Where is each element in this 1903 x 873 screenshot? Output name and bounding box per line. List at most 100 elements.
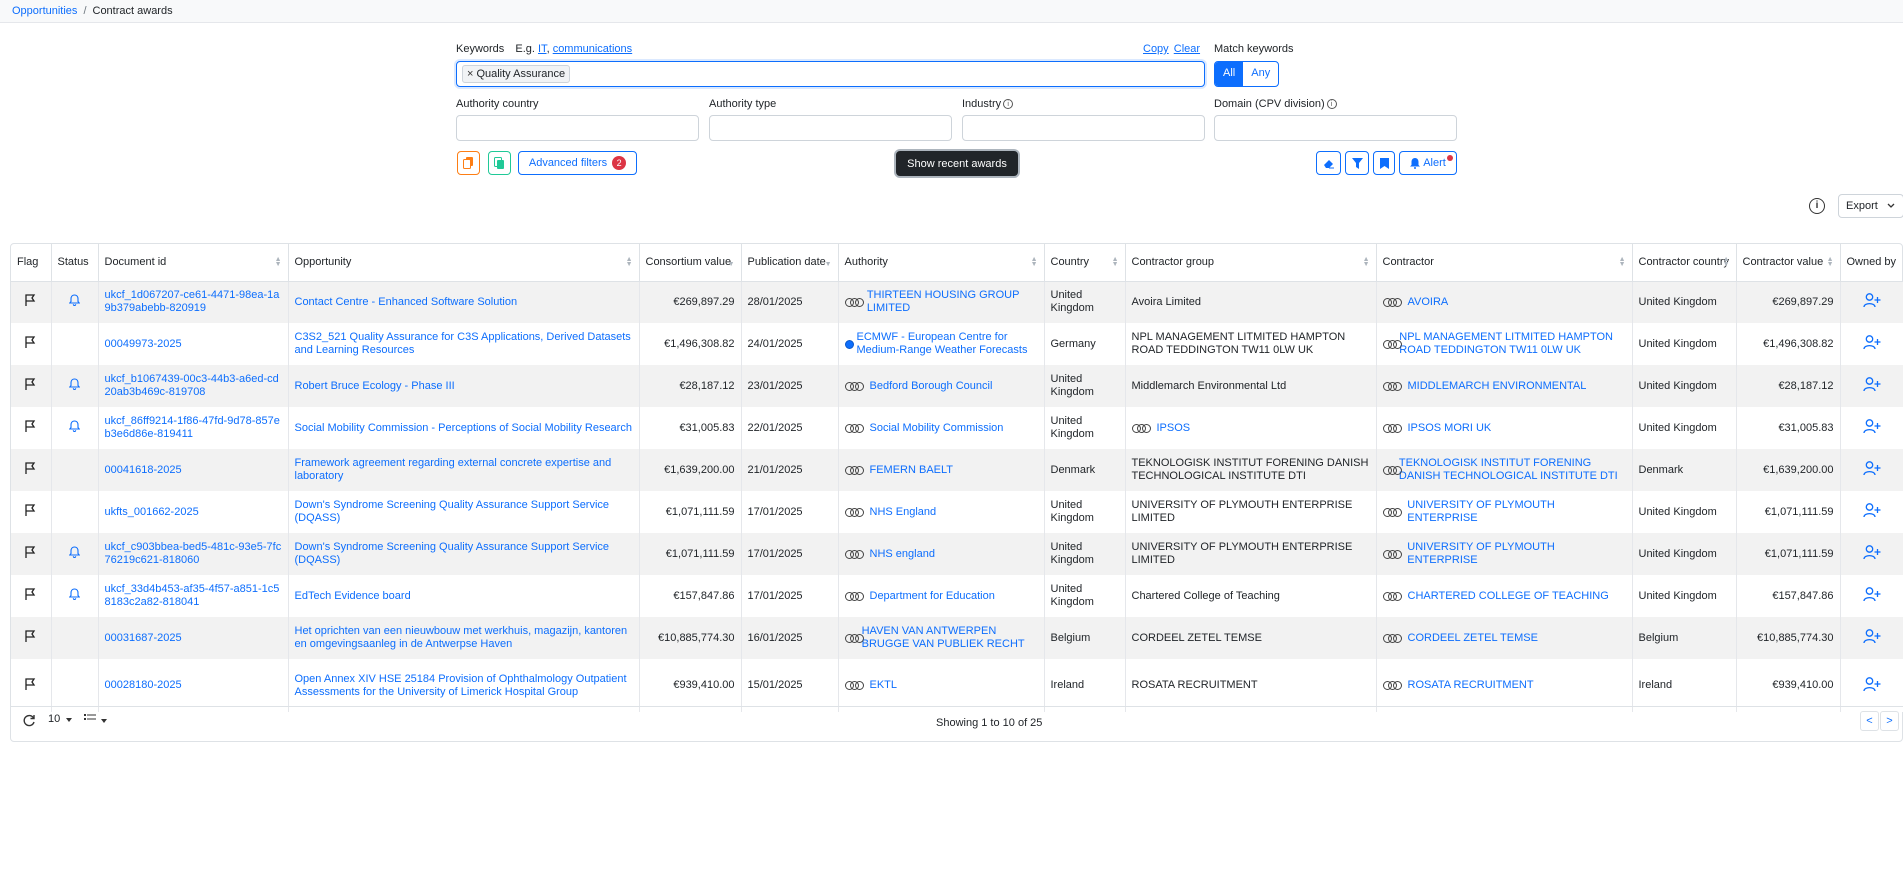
contractor-link[interactable]: TEKNOLOGISK INSTITUT FORENING DANISH TEC… <box>1399 457 1626 483</box>
industry-select[interactable] <box>962 115 1205 141</box>
table-row[interactable]: ukfts_001662-2025 Down's Syndrome Screeni… <box>11 491 1903 533</box>
refresh-icon[interactable] <box>23 714 36 727</box>
table-row[interactable]: 00031687-2025 Het oprichten van een nieuw… <box>11 617 1903 659</box>
authority-link[interactable]: Department for Education <box>870 590 995 603</box>
flag-cell[interactable] <box>11 323 52 365</box>
column-header[interactable]: Contractor ▲ ▼ <box>1376 244 1633 282</box>
next-page-button[interactable]: > <box>1880 711 1899 731</box>
save-search-button[interactable] <box>1373 151 1395 175</box>
clear-keywords-link[interactable]: Clear <box>1174 43 1200 55</box>
document-id-link[interactable]: 00028180-2025 <box>105 679 182 691</box>
flag-cell[interactable] <box>11 533 52 575</box>
owned-by-cell[interactable] <box>1840 281 1903 323</box>
example-it-link[interactable]: IT <box>538 43 547 55</box>
keywords-input[interactable]: × Quality Assurance <box>456 61 1205 87</box>
opportunity-link[interactable]: Contact Centre - Enhanced Software Solut… <box>295 296 518 308</box>
authority-link[interactable]: HAVEN VAN ANTWERPEN BRUGGE VAN PUBLIEK R… <box>862 625 1038 651</box>
flag-cell[interactable] <box>11 617 52 659</box>
flag-cell[interactable] <box>11 575 52 617</box>
advanced-filters-button[interactable]: Advanced filters 2 <box>518 151 637 175</box>
table-row[interactable]: 00041618-2025 Framework agreement regardi… <box>11 449 1903 491</box>
export-dropdown[interactable]: Export <box>1838 194 1903 218</box>
document-id-link[interactable]: ukcf_c903bbea-bed5-481c-93e5-7fc76219c62… <box>105 541 282 566</box>
authority-link[interactable]: Social Mobility Commission <box>870 422 1004 435</box>
flag-cell[interactable] <box>11 407 52 449</box>
opportunity-link[interactable]: Social Mobility Commission - Perceptions… <box>295 422 632 434</box>
document-id-link[interactable]: 00049973-2025 <box>105 338 182 350</box>
domain-info-icon[interactable]: i <box>1326 99 1337 110</box>
table-row[interactable]: 00049973-2025 C3S2_521 Quality Assurance … <box>11 323 1903 365</box>
column-header[interactable]: Consortium value ▼ <box>639 244 742 282</box>
document-id-link[interactable]: ukcf_86ff9214-1f86-47fd-9d78-857eb3e6d86… <box>105 415 280 440</box>
column-header[interactable]: Contractor country ▲ ▼ <box>1632 244 1737 282</box>
owned-by-cell[interactable] <box>1840 659 1903 712</box>
authority-link[interactable]: NHS england <box>870 548 935 561</box>
table-row[interactable]: ukcf_1d067207-ce61-4471-98ea-1a9b379abeb… <box>11 281 1903 323</box>
contractor-link[interactable]: UNIVERSITY OF PLYMOUTH ENTERPRISE <box>1407 499 1625 525</box>
opportunity-link[interactable]: Framework agreement regarding external c… <box>295 457 612 482</box>
column-header[interactable]: Document id ▲ ▼ <box>98 244 289 282</box>
flag-cell[interactable] <box>11 659 52 712</box>
opportunity-link[interactable]: Open Annex XIV HSE 25184 Provision of Op… <box>295 673 627 698</box>
owned-by-cell[interactable] <box>1840 575 1903 617</box>
paste-filters-button[interactable] <box>488 151 511 175</box>
apply-filter-button[interactable] <box>1345 151 1369 175</box>
column-header[interactable]: Authority ▲ ▼ <box>838 244 1045 282</box>
columns-dropdown[interactable] <box>84 713 108 726</box>
table-row[interactable]: ukcf_86ff9214-1f86-47fd-9d78-857eb3e6d86… <box>11 407 1903 449</box>
remove-chip-icon[interactable]: × <box>467 68 473 80</box>
authority-link[interactable]: ECMWF - European Centre for Medium-Range… <box>857 331 1038 357</box>
authority-link[interactable]: FEMERN BAELT <box>870 464 954 477</box>
authority-link[interactable]: Bedford Borough Council <box>870 380 993 393</box>
info-icon[interactable]: i <box>1809 198 1825 214</box>
flag-cell[interactable] <box>11 449 52 491</box>
show-recent-awards-button[interactable]: Show recent awards <box>896 151 1018 176</box>
flag-cell[interactable] <box>11 365 52 407</box>
contractor-link[interactable]: AVOIRA <box>1408 296 1449 309</box>
match-all-button[interactable]: All <box>1215 62 1244 86</box>
authority-link[interactable]: THIRTEEN HOUSING GROUP LIMITED <box>867 289 1038 315</box>
column-header[interactable]: Country ▲ ▼ <box>1044 244 1126 282</box>
document-id-link[interactable]: ukfts_001662-2025 <box>105 506 199 518</box>
flag-cell[interactable] <box>11 281 52 323</box>
column-header[interactable]: Contractor value ▲ ▼ <box>1736 244 1841 282</box>
owned-by-cell[interactable] <box>1840 365 1903 407</box>
table-row[interactable]: 00028180-2025 Open Annex XIV HSE 25184 Pr… <box>11 659 1903 712</box>
match-any-button[interactable]: Any <box>1243 62 1278 86</box>
authority-type-select[interactable] <box>709 115 952 141</box>
column-header[interactable]: Contractor group ▲ ▼ <box>1125 244 1377 282</box>
example-communications-link[interactable]: communications <box>553 43 632 55</box>
opportunity-link[interactable]: EdTech Evidence board <box>295 590 411 602</box>
table-row[interactable]: ukcf_b1067439-00c3-44b3-a6ed-cd20ab3b469… <box>11 365 1903 407</box>
contractor-link[interactable]: UNIVERSITY OF PLYMOUTH ENTERPRISE <box>1407 541 1625 567</box>
breadcrumb-opportunities-link[interactable]: Opportunities <box>12 5 77 17</box>
contractor-link[interactable]: MIDDLEMARCH ENVIRONMENTAL <box>1408 380 1587 393</box>
contractor-link[interactable]: NPL MANAGEMENT LITMITED HAMPTON ROAD TED… <box>1399 331 1625 357</box>
copy-keywords-link[interactable]: Copy <box>1143 43 1169 55</box>
owned-by-cell[interactable] <box>1840 407 1903 449</box>
authority-link[interactable]: EKTL <box>870 679 898 692</box>
table-row[interactable]: ukcf_33d4b453-af35-4f57-a851-1c58183c2a8… <box>11 575 1903 617</box>
opportunity-link[interactable]: Down's Syndrome Screening Quality Assura… <box>295 541 610 566</box>
domain-select[interactable] <box>1214 115 1457 141</box>
contractor-link[interactable]: CORDEEL ZETEL TEMSE <box>1408 632 1538 645</box>
prev-page-button[interactable]: < <box>1860 711 1879 731</box>
owned-by-cell[interactable] <box>1840 617 1903 659</box>
authority-country-select[interactable] <box>456 115 699 141</box>
document-id-link[interactable]: ukcf_33d4b453-af35-4f57-a851-1c58183c2a8… <box>105 583 280 608</box>
owned-by-cell[interactable] <box>1840 323 1903 365</box>
reset-filters-button[interactable] <box>1316 151 1341 175</box>
table-row[interactable]: ukcf_c903bbea-bed5-481c-93e5-7fc76219c62… <box>11 533 1903 575</box>
opportunity-link[interactable]: Robert Bruce Ecology - Phase III <box>295 380 455 392</box>
column-header[interactable]: Publication date ▼ <box>741 244 839 282</box>
opportunity-link[interactable]: Het oprichten van een nieuwbouw met werk… <box>295 625 628 650</box>
contractor-link[interactable]: IPSOS MORI UK <box>1408 422 1492 435</box>
column-header[interactable]: Opportunity ▲ ▼ <box>288 244 640 282</box>
owned-by-cell[interactable] <box>1840 449 1903 491</box>
opportunity-link[interactable]: C3S2_521 Quality Assurance for C3S Appli… <box>295 331 631 356</box>
flag-cell[interactable] <box>11 491 52 533</box>
copy-filters-button[interactable] <box>457 151 480 175</box>
opportunity-link[interactable]: Down's Syndrome Screening Quality Assura… <box>295 499 610 524</box>
contractor-link[interactable]: ROSATA RECRUITMENT <box>1408 679 1534 692</box>
alert-button[interactable]: Alert <box>1399 151 1457 175</box>
